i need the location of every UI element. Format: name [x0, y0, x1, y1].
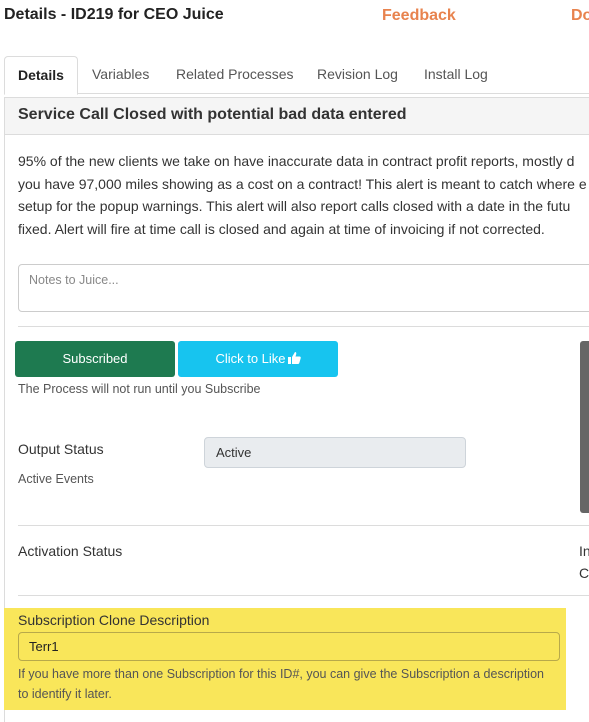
- clone-description-help: If you have more than one Subscription f…: [18, 664, 563, 704]
- description-line: 95% of the new clients we take on have i…: [18, 153, 575, 169]
- header-link-truncated[interactable]: Do: [571, 7, 589, 25]
- subscribed-label: Subscribed: [62, 351, 128, 366]
- active-events-link[interactable]: Active Events: [18, 472, 94, 486]
- thumbs-up-icon: [287, 341, 301, 377]
- panel-title: Service Call Closed with potential bad d…: [18, 106, 407, 123]
- tab-install-log[interactable]: Install Log: [411, 56, 501, 93]
- activation-status-label: Activation Status: [18, 543, 123, 559]
- output-status-label: Output Status: [18, 441, 104, 457]
- description-line: you have 97,000 miles showing as a cost …: [18, 175, 587, 192]
- feedback-link[interactable]: Feedback: [382, 7, 456, 25]
- tab-revision-log[interactable]: Revision Log: [304, 56, 411, 93]
- help-line: to identify it later.: [18, 687, 112, 701]
- clone-description-input[interactable]: Terr1: [18, 632, 560, 661]
- process-description: 95% of the new clients we take on have i…: [18, 150, 589, 240]
- description-line: setup for the popup warnings. This alert…: [18, 198, 571, 214]
- clone-description-label: Subscription Clone Description: [18, 612, 210, 628]
- help-line: If you have more than one Subscription f…: [18, 667, 544, 681]
- tab-related-processes[interactable]: Related Processes: [163, 56, 307, 93]
- tab-details[interactable]: Details: [4, 56, 78, 95]
- divider: [18, 525, 589, 526]
- tab-variables[interactable]: Variables: [79, 56, 162, 93]
- description-line: fixed. Alert will fire at time call is c…: [18, 220, 545, 237]
- subscribe-note: The Process will not run until you Subsc…: [18, 382, 261, 396]
- notes-textarea[interactable]: Notes to Juice...: [18, 264, 589, 312]
- like-button[interactable]: Click to Like: [178, 341, 338, 377]
- activation-value-clipped: In: [579, 543, 589, 559]
- activation-value-clipped: C: [579, 565, 589, 581]
- tabs-divider: [4, 93, 589, 94]
- output-status-field: Active: [204, 437, 466, 468]
- like-label: Click to Like: [215, 351, 286, 366]
- page-title: Details - ID219 for CEO Juice: [4, 6, 224, 23]
- side-panel-edge: [580, 341, 589, 513]
- subscribed-button[interactable]: Subscribed: [15, 341, 175, 377]
- divider: [18, 595, 589, 596]
- divider: [18, 326, 589, 327]
